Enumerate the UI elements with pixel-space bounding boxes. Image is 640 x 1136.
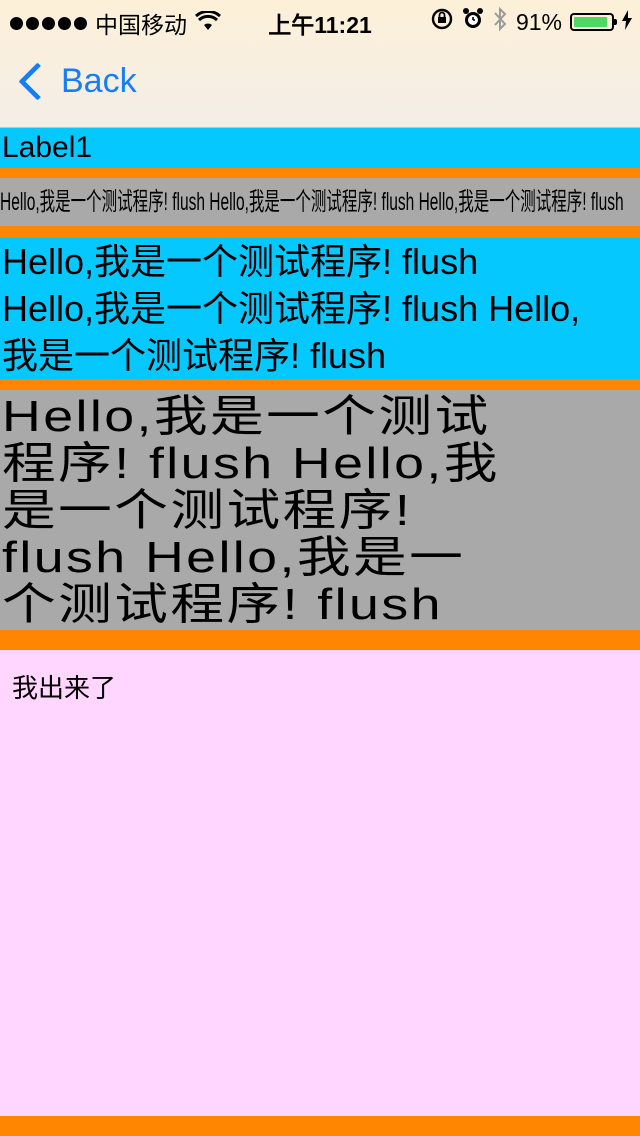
content-panel: 我出来了 bbox=[0, 650, 640, 1116]
back-label: Back bbox=[61, 62, 137, 100]
chevron-left-icon bbox=[18, 62, 57, 101]
back-button[interactable]: Back bbox=[14, 62, 137, 101]
label1: Label1 bbox=[0, 128, 640, 168]
label2: Hello,我是一个测试程序! flush Hello,我是一个测试程序! fl… bbox=[0, 178, 640, 226]
label4-line: 是一个测试程序! bbox=[2, 486, 413, 535]
status-right: 91% bbox=[430, 6, 632, 38]
charging-icon bbox=[622, 9, 632, 36]
label4-line: Hello,我是一个测试 bbox=[2, 392, 491, 441]
label4-line: 程序! flush Hello,我 bbox=[2, 439, 500, 488]
label3-line: Hello,我是一个测试程序! flush Hello, bbox=[2, 288, 581, 329]
rotation-lock-icon bbox=[430, 7, 454, 37]
label4: Hello,我是一个测试 程序! flush Hello,我 是一个测试程序! … bbox=[0, 390, 640, 630]
label3-line: 我是一个测试程序! flush bbox=[2, 335, 387, 376]
top-bar: 中国移动 上午11:21 91% Back bbox=[0, 0, 640, 128]
message-text: 我出来了 bbox=[12, 673, 117, 703]
navigation-bar: Back bbox=[0, 40, 640, 128]
label3-line: Hello,我是一个测试程序! flush bbox=[2, 241, 479, 282]
battery-percent: 91% bbox=[515, 8, 562, 35]
label4-line: 个测试程序! flush bbox=[2, 580, 443, 629]
status-bar: 中国移动 上午11:21 91% bbox=[0, 0, 640, 40]
battery-icon bbox=[570, 13, 617, 31]
alarm-icon bbox=[462, 7, 484, 37]
label4-line: flush Hello,我是一 bbox=[2, 533, 466, 582]
label3: Hello,我是一个测试程序! flush Hello,我是一个测试程序! fl… bbox=[0, 238, 640, 379]
battery-fill bbox=[574, 17, 607, 27]
label4-text: Hello,我是一个测试 程序! flush Hello,我 是一个测试程序! … bbox=[2, 393, 636, 628]
label2-text: Hello,我是一个测试程序! flush Hello,我是一个测试程序! fl… bbox=[0, 188, 624, 216]
bluetooth-icon bbox=[492, 6, 508, 38]
